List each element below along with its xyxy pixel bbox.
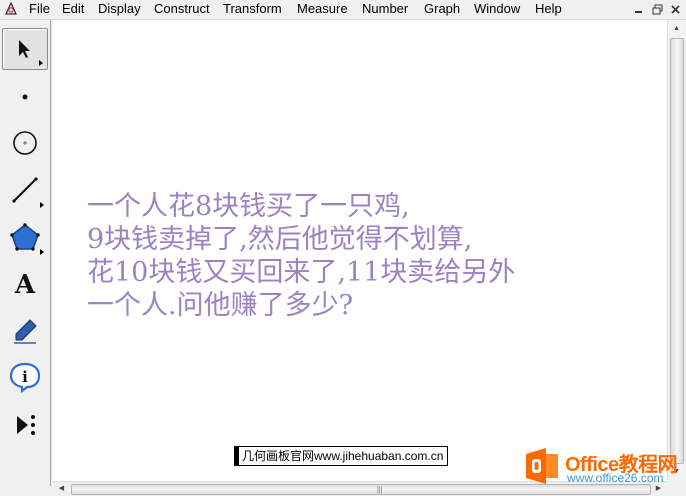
compass-tool[interactable] xyxy=(2,122,48,164)
office-watermark-logo: Office教程网 www.office26.com xyxy=(521,445,681,489)
menu-edit[interactable]: Edit xyxy=(62,2,84,16)
restore-icon[interactable] xyxy=(649,2,666,17)
vertical-scroll-thumb[interactable] xyxy=(670,38,684,464)
menu-construct[interactable]: Construct xyxy=(154,2,210,16)
menu-measure[interactable]: Measure xyxy=(297,2,348,16)
menu-number[interactable]: Number xyxy=(362,2,408,16)
scroll-grip-icon: ||| xyxy=(377,487,383,494)
sketchpad-app-icon[interactable] xyxy=(4,2,18,16)
point-tool[interactable] xyxy=(2,76,48,118)
polygon-tool[interactable] xyxy=(2,216,48,258)
straightedge-tool[interactable] xyxy=(2,169,48,211)
custom-tools-play-icon xyxy=(17,415,35,435)
expand-arrow-icon xyxy=(40,249,44,255)
office-brand-url: www.office26.com xyxy=(567,471,664,485)
scroll-up-icon[interactable]: ▲ xyxy=(669,21,684,37)
close-icon[interactable] xyxy=(667,2,684,17)
menu-help[interactable]: Help xyxy=(535,2,562,16)
marker-tool[interactable] xyxy=(2,310,48,352)
problem-caption[interactable]: 一个人花8块钱买了一只鸡, 9块钱卖掉了,然后他觉得不划算, 花10块钱又买回来… xyxy=(87,190,657,322)
caption-line: 9块钱卖掉了,然后他觉得不划算, xyxy=(87,224,473,255)
menu-file[interactable]: File xyxy=(29,2,50,16)
polygon-icon xyxy=(10,223,40,251)
menu-bar: File Edit Display Construct Transform Me… xyxy=(0,0,686,20)
svg-text:i: i xyxy=(22,368,28,386)
compass-circle-icon xyxy=(13,131,37,155)
vertical-scrollbar[interactable]: ▲ ▼ xyxy=(667,20,685,481)
menu-display[interactable]: Display xyxy=(98,2,141,16)
arrow-pointer-icon xyxy=(19,40,30,58)
marker-pen-icon xyxy=(14,319,37,344)
scroll-left-icon[interactable]: ◀ xyxy=(54,482,69,495)
expand-arrow-icon xyxy=(40,202,44,208)
information-tool[interactable]: i xyxy=(2,356,48,398)
point-icon xyxy=(22,94,28,100)
caption-line: 一个人.问他赚了多少? xyxy=(87,290,354,321)
menu-transform[interactable]: Transform xyxy=(223,2,282,16)
information-icon: i xyxy=(9,362,41,393)
office-logo-icon xyxy=(526,448,558,484)
site-watermark: 几何画板官网www.jihehuaban.com.cn xyxy=(234,446,449,466)
menu-graph[interactable]: Graph xyxy=(424,2,460,16)
toolbox: A i xyxy=(0,20,51,486)
text-tool[interactable]: A xyxy=(2,264,48,306)
custom-tool[interactable] xyxy=(2,404,48,446)
menu-window[interactable]: Window xyxy=(474,2,520,16)
caption-line: 花10块钱又买回来了,11块卖给另外 xyxy=(87,257,516,288)
caption-line: 一个人花8块钱买了一只鸡, xyxy=(87,191,410,222)
minimize-icon[interactable] xyxy=(630,2,647,17)
text-a-icon: A xyxy=(14,270,36,300)
expand-arrow-icon xyxy=(39,60,43,66)
arrow-select-tool[interactable] xyxy=(2,28,48,70)
line-segment-icon xyxy=(12,177,38,203)
